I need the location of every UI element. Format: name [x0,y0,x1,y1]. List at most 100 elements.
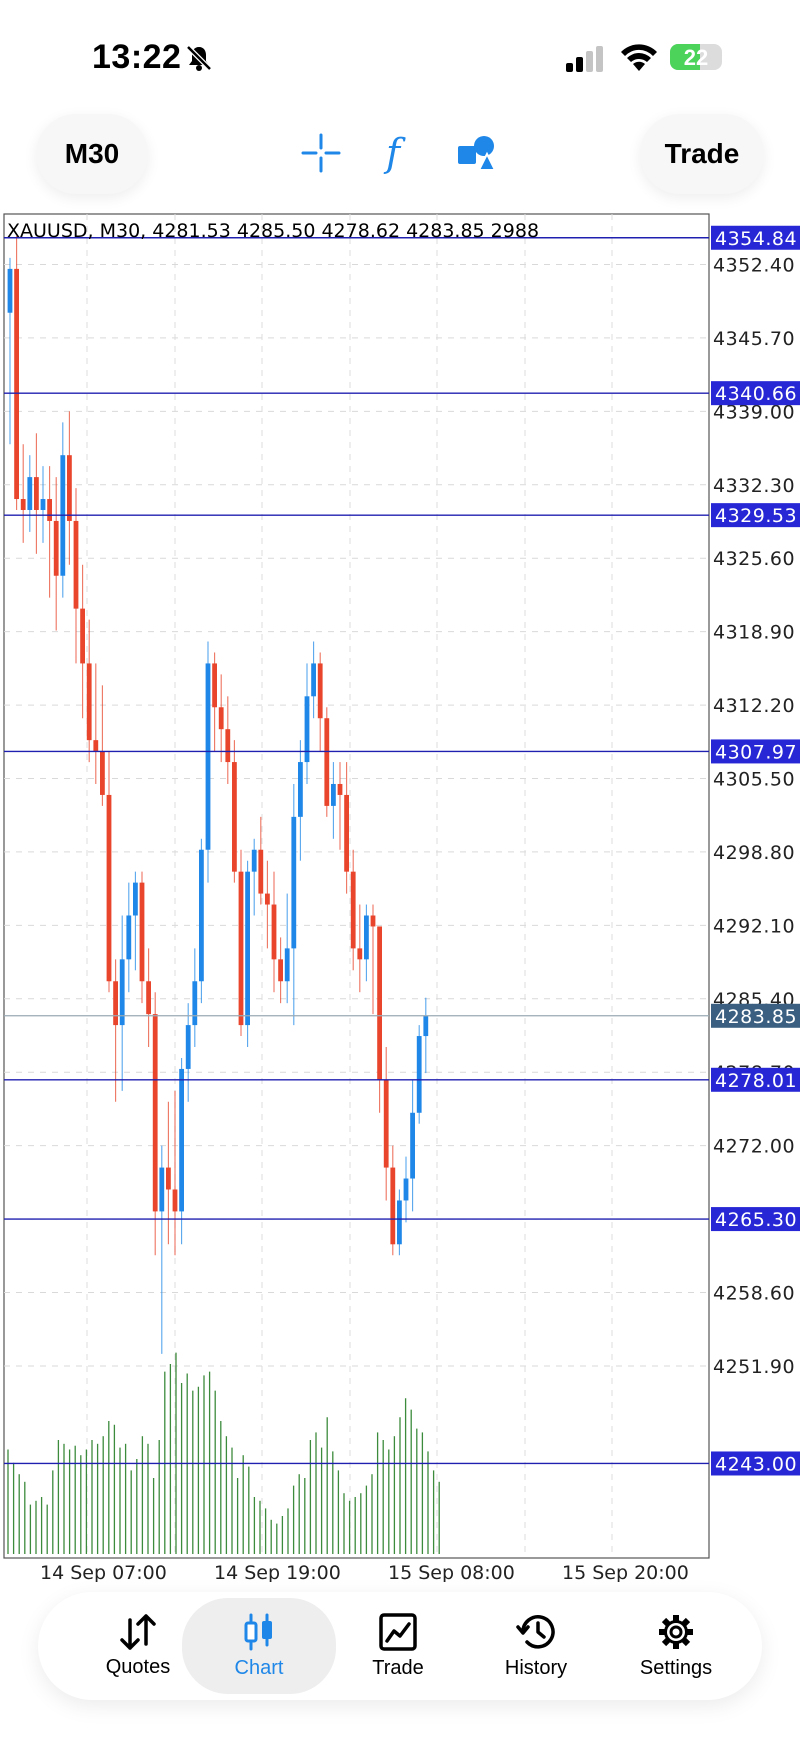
battery-icon: 22 [670,44,722,70]
candle-bull [291,816,297,949]
nav-quotes-label: Quotes [105,1655,171,1678]
candle-bear [212,663,217,708]
candle-bear [265,893,270,905]
crosshair-icon[interactable] [301,133,341,173]
candle-bear [20,499,26,510]
candle-bear [34,477,39,510]
candle-bear [258,849,264,894]
candle-bull [199,849,204,982]
candle-bear [67,455,72,521]
nav-history[interactable]: History [476,1592,596,1700]
price-axis-label: 4251.90 [713,1356,795,1378]
candle-bull [245,871,250,1026]
horizontal-line-label: 4265.30 [715,1209,797,1231]
objects-icon[interactable] [457,134,497,172]
candle-bull [284,948,290,982]
bell-slash-icon [186,45,212,71]
candle-bear [14,268,19,500]
price-axis-label: 4352.40 [713,254,795,276]
candle-bear [172,1189,178,1212]
trade-icon [379,1612,417,1651]
status-bar: 13:22 22 [0,0,800,100]
history-icon [516,1614,555,1649]
signal-icon [566,46,603,72]
candle-bull [179,1068,184,1212]
candle-bull [205,663,211,850]
price-axis-label: 4312.20 [713,695,795,717]
candle-bear [106,794,112,982]
candle-bear [218,707,224,730]
price-axis-label: 4305.50 [713,769,795,791]
candle-bull [159,1167,165,1212]
nav-settings-label: Settings [639,1656,713,1679]
nav-settings[interactable]: Settings [614,1592,738,1700]
indicators-icon[interactable]: f [383,132,413,174]
status-time: 13:22 [92,38,182,76]
price-chart[interactable]: 4352.40 4345.70 4339.00 4332.30 4325.60 4318.… [0,212,800,1584]
nav-history-label: History [504,1656,568,1679]
candle-bull [192,981,198,1026]
candle-bull [185,1025,191,1069]
wifi-icon [621,44,657,71]
candle-bull [304,696,310,763]
candle-bear [152,1014,158,1212]
quotes-icon [120,1613,156,1650]
candle-bear [383,1079,389,1168]
candle-bear [80,608,85,664]
price-axis-label: 4325.60 [713,548,795,570]
trade-button[interactable]: Trade [640,114,764,194]
nav-chart-label: Chart [234,1656,284,1679]
chart-canvas[interactable]: 4352.404345.704339.004332.304325.604318.… [0,212,800,1584]
candle-bear [225,729,231,763]
current-price-label: 4283.85 [715,1006,797,1028]
timeframe-button[interactable]: M30 [36,114,148,194]
candle-bear [47,499,52,521]
candle-bear [271,904,277,960]
price-axis-label: 4258.60 [713,1283,795,1305]
candle-bull [40,499,46,510]
candle-bull [410,1112,415,1179]
chart-toolbar: M30 f Trade [0,100,800,210]
candle-bear [86,663,92,741]
candle-bull [251,849,257,872]
candle-bear [113,981,118,1026]
candle-bear [53,520,59,576]
bottom-navigation: Quotes Chart Trade History Settings [38,1592,762,1700]
time-axis-label: 15 Sep 20:00 [562,1562,689,1582]
battery-level: 22 [683,45,709,70]
price-axis-label: 4292.10 [713,915,795,937]
candle-bear [238,871,244,1026]
nav-trade[interactable]: Trade [338,1592,458,1700]
candle-bear [350,871,356,949]
candle-bull [364,915,369,960]
candle-bull [133,882,138,916]
candle-bear [377,926,382,1080]
chart-icon [244,1613,272,1650]
horizontal-line-label: 4243.00 [715,1453,797,1475]
candle-bull [311,663,316,697]
nav-quotes[interactable]: Quotes [78,1592,198,1700]
price-axis-label: 4345.70 [713,328,795,350]
price-axis-label: 4318.90 [713,622,795,644]
candle-bear [337,783,343,795]
candle-bear [232,762,237,872]
candle-bull [416,1036,422,1113]
nav-chart[interactable]: Chart [182,1598,336,1694]
candle-bear [370,915,376,927]
candle-bear [278,959,283,982]
candle-bear [317,663,323,719]
horizontal-line-label: 4329.53 [715,505,797,527]
candle-bear [100,751,105,795]
candle-bear [344,794,349,872]
candle-bear [390,1167,396,1245]
timeframe-label: M30 [64,138,120,169]
price-axis-label: 4332.30 [713,475,795,497]
candle-bear [146,981,151,1015]
candle-bull [331,783,336,806]
horizontal-line-label: 4354.84 [715,228,797,250]
candle-bull [27,477,33,510]
chart-header: XAUUSD, M30, 4281.53 4285.50 4278.62 428… [7,220,539,242]
candle-bear [139,882,145,982]
candle-bear [357,948,363,960]
candle-bear [166,1167,171,1190]
